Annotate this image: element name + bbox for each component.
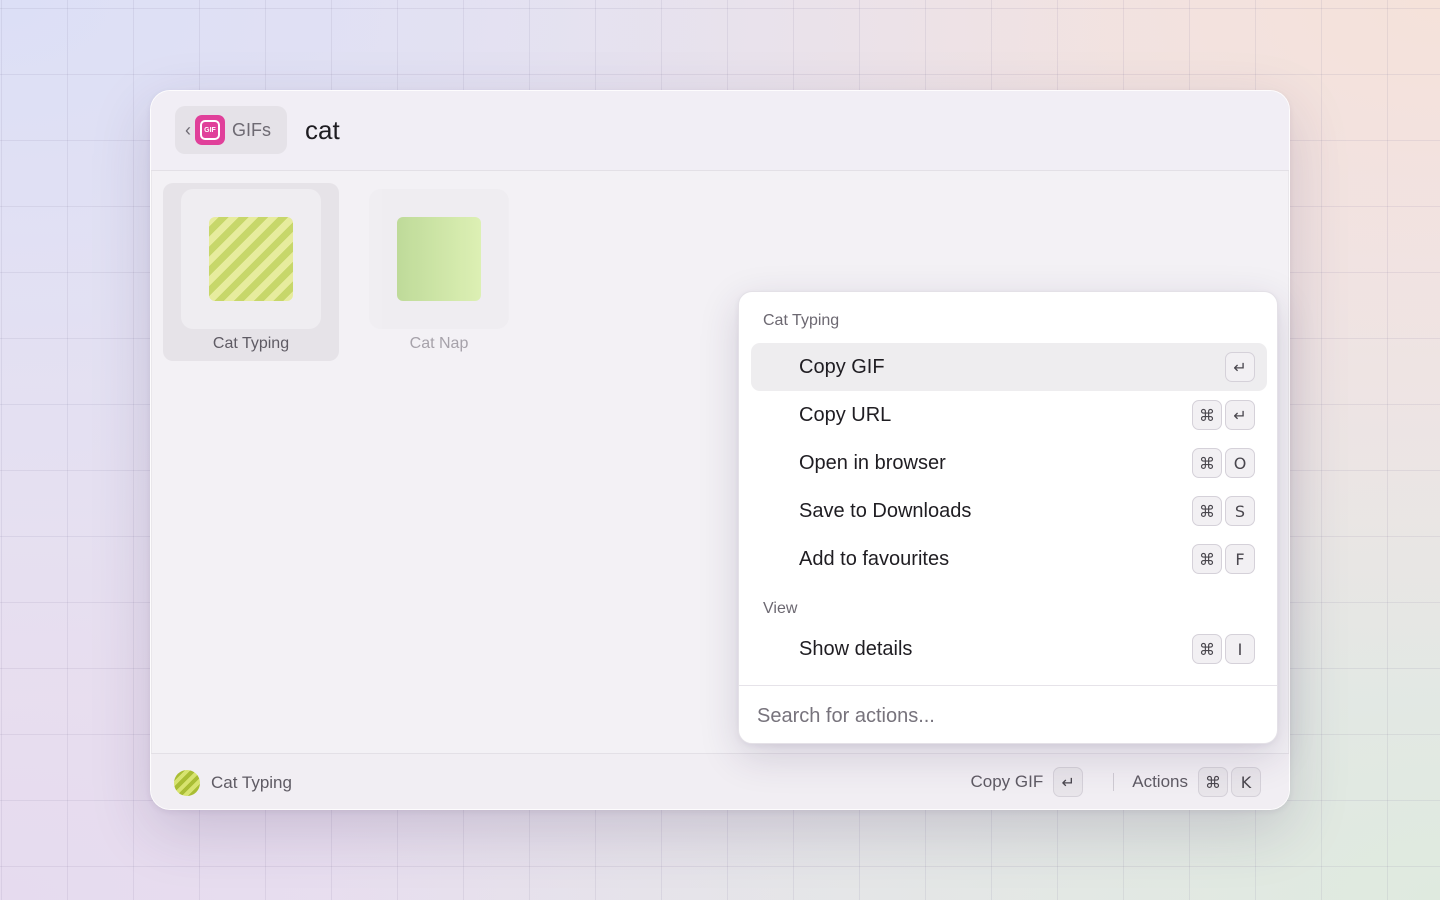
action-copy-url[interactable]: Copy URL ⌘ ↵ [751,391,1267,439]
k-key-icon: K [1231,767,1261,797]
command-key-icon: ⌘ [1192,634,1222,664]
footer-actions: Copy GIF ↵ Actions ⌘ K [971,767,1261,797]
f-key-icon: F [1225,544,1255,574]
shortcut-keys: ⌘ S [1192,496,1255,526]
action-label: Add to favourites [799,548,950,570]
shortcut-keys: ⌘ I [1192,634,1255,664]
gif-thumbnail [397,217,481,301]
action-save-to-downloads[interactable]: Save to Downloads ⌘ S [751,487,1267,535]
gif-thumbnail [209,217,293,301]
extension-name: GIFs [232,119,271,140]
action-label: Open in browser [799,452,946,474]
shortcut-keys: ⌘ ↵ [1192,400,1255,430]
return-key-icon: ↵ [1053,767,1084,797]
actions-menu-button[interactable]: Actions [1132,772,1188,792]
search-header: ‹ GIF GIFs cat [151,91,1289,171]
primary-action-button[interactable]: Copy GIF [971,772,1044,792]
gif-result-label: Cat Nap [409,335,469,352]
action-show-details[interactable]: Show details ⌘ I [751,625,1267,673]
action-open-in-browser[interactable]: Open in browser ⌘ O [751,439,1267,487]
action-copy-gif[interactable]: Copy GIF ↵ [751,343,1267,391]
return-key-icon: ↵ [1225,352,1255,382]
back-chevron-icon[interactable]: ‹ [185,121,191,139]
command-key-icon: ⌘ [1192,496,1222,526]
return-key-icon: ↵ [1225,400,1255,430]
command-key-icon: ⌘ [1198,767,1228,797]
footer-divider [1113,773,1115,791]
action-label: Copy GIF [799,356,885,378]
gif-result-label: Cat Typing [212,335,290,352]
actions-divider [739,685,1277,686]
actions-search-input[interactable] [757,699,1257,733]
action-label: Show details [799,638,913,660]
gif-thumbnail-frame [369,189,509,329]
shortcut-keys: ↵ [1225,352,1255,382]
command-key-icon: ⌘ [1192,400,1222,430]
command-key-icon: ⌘ [1192,544,1222,574]
actions-panel: Cat Typing Copy GIF ↵ Copy URL ⌘ ↵ Open … [738,291,1278,744]
gif-icon: GIF [195,115,225,145]
gif-icon-text: GIF [200,120,220,140]
command-key-icon: ⌘ [1192,448,1222,478]
section-title: View [763,600,798,617]
gif-thumbnail-frame [181,189,321,329]
gif-result-tile[interactable]: Cat Nap [351,183,527,361]
shortcut-keys: ⌘ F [1192,544,1255,574]
o-key-icon: O [1225,448,1255,478]
action-label: Copy URL [799,404,892,426]
extension-breadcrumb[interactable]: ‹ GIF GIFs [175,106,287,154]
section-title: Cat Typing [763,312,840,329]
search-input[interactable]: cat [305,115,340,146]
action-label: Save to Downloads [799,500,972,522]
i-key-icon: I [1225,634,1255,664]
gif-result-tile[interactable]: Cat Typing [163,183,339,361]
action-add-to-favourites[interactable]: Add to favourites ⌘ F [751,535,1267,583]
action-bar: Cat Typing Copy GIF ↵ Actions ⌘ K [151,753,1289,809]
shortcut-keys: ⌘ O [1192,448,1255,478]
selected-gif-icon [174,770,200,796]
selected-item-title: Cat Typing [211,773,292,792]
s-key-icon: S [1225,496,1255,526]
